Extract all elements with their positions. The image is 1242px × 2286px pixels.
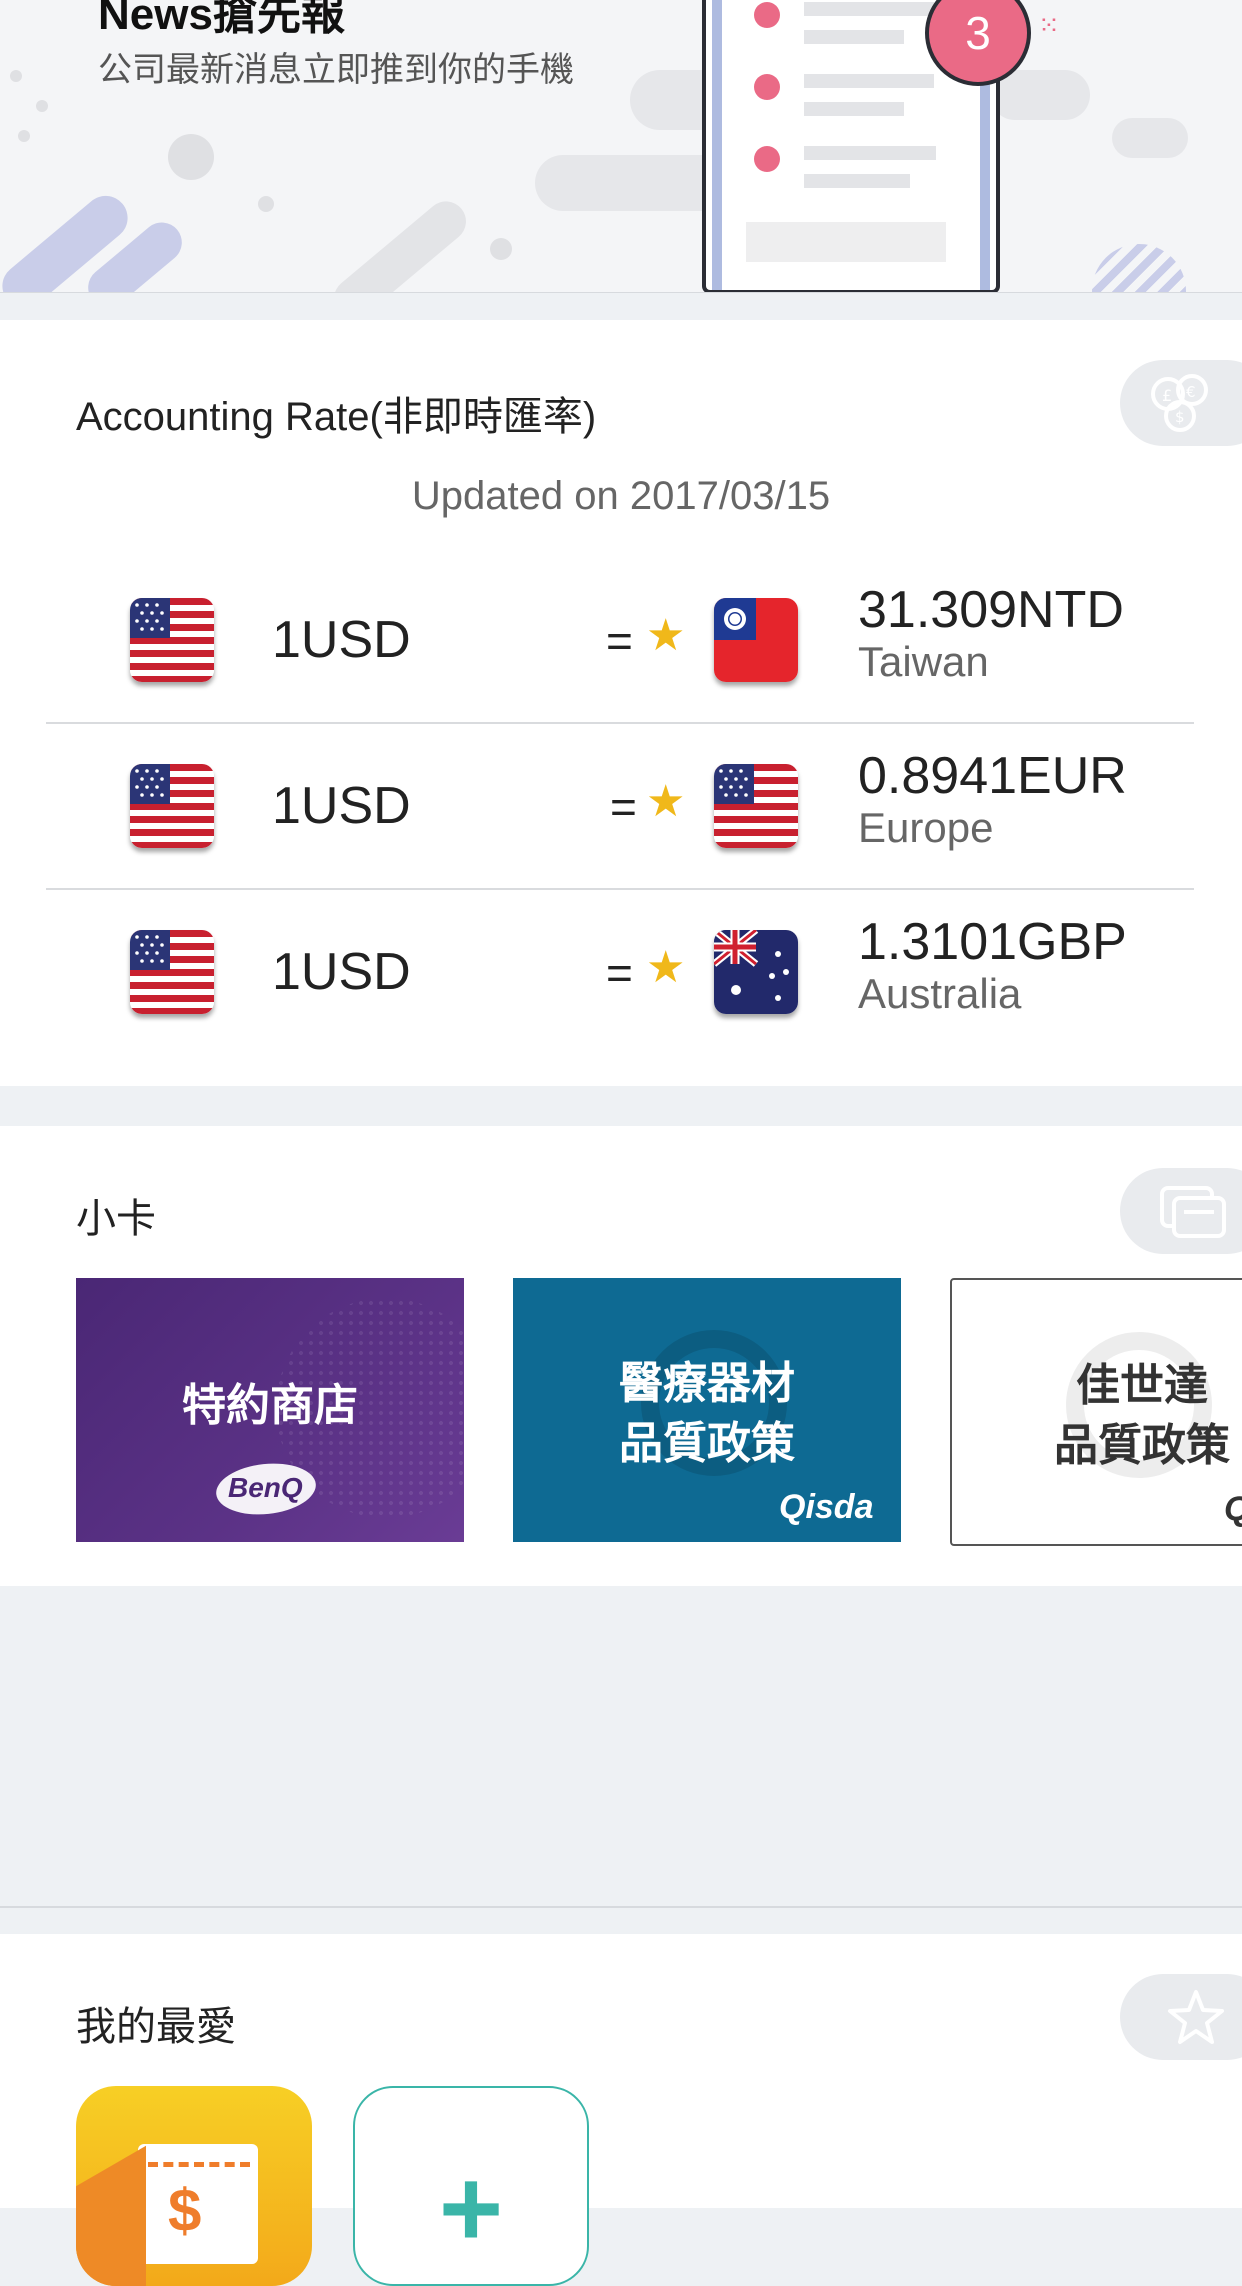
accounting-rate-section: Accounting Rate(非即時匯率) £ € $ Updated on … [0,320,1242,1086]
section-divider [0,1906,1242,1908]
base-amount: 1USD [272,777,411,835]
card-label: 品質政策 [1054,1421,1230,1470]
rate-value: 31.309NTD [858,581,1124,639]
currency-exchange-icon: £ € $ [1151,374,1208,432]
australia-flag [714,930,798,1014]
equals-sign: = [610,781,637,833]
svg-text:€: € [1186,383,1196,401]
card-brand: Qisda [779,1488,874,1526]
rate-row[interactable]: 1USD = ★ 1.3101GBP Australia [0,890,1242,1056]
card-label: 特約商店 [182,1381,358,1430]
favorite-star-icon[interactable]: ★ [646,776,685,827]
card-medical-quality-policy[interactable]: 醫療器材 品質政策 Qisda [513,1278,901,1542]
updated-date: Updated on 2017/03/15 [411,474,831,518]
svg-text:£: £ [1162,386,1172,405]
sparkle-icon: ⁙ [1038,10,1060,40]
favorite-star-icon[interactable]: ★ [646,942,685,993]
card-brand: Q [1224,1490,1242,1529]
favorite-star-icon[interactable]: ★ [646,610,685,661]
cards-title: 小卡 [76,1197,156,1241]
banner-decoration [325,193,475,292]
rate-country: Australia [858,970,1022,1017]
usa-flag [130,764,214,848]
banner-decoration [36,100,48,112]
usa-flag [714,764,798,848]
coupon-icon [76,2145,146,2286]
banner-decoration [1112,118,1188,158]
equals-sign: = [606,615,633,667]
banner-decoration [258,196,274,212]
rate-row[interactable]: 1USD = ★ 31.309NTD Taiwan [0,558,1242,724]
banner-decoration [18,130,30,142]
dollar-icon: $ [168,2177,202,2244]
rate-value: 0.8941EUR [858,747,1127,805]
card-label: 佳世達 [1076,1361,1208,1410]
favorites-button[interactable] [1120,1974,1242,2060]
favorites-title: 我的最愛 [76,2005,236,2049]
banner-decoration [1092,244,1186,292]
rate-value: 1.3101GBP [858,913,1127,971]
favorite-app-payment[interactable]: $ [76,2086,312,2286]
banner-decoration [490,238,512,260]
rate-country: Taiwan [858,638,989,685]
news-banner[interactable]: News搶先報 公司最新消息立即推到你的手機 3 ⁙ [0,0,1242,293]
base-amount: 1USD [272,611,411,669]
banner-decoration [10,70,22,82]
rate-row[interactable]: 1USD = ★ 0.8941EUR Europe [0,724,1242,890]
svg-text:$: $ [1175,408,1185,426]
currency-exchange-button[interactable]: £ € $ [1120,360,1242,446]
base-amount: 1USD [272,943,411,1001]
banner-decoration [168,134,214,180]
usa-flag [130,930,214,1014]
card-label: 品質政策 [619,1419,795,1468]
add-favorite-button[interactable]: + [353,2086,589,2286]
coupon-dash-line [148,2162,250,2167]
equals-sign: = [606,947,633,999]
cards-button[interactable] [1120,1168,1242,1254]
usa-flag [130,598,214,682]
accounting-rate-title: Accounting Rate(非即時匯率) [76,395,597,439]
banner-subtitle: 公司最新消息立即推到你的手機 [98,51,574,89]
rate-country: Europe [858,804,994,851]
cards-icon [1160,1186,1226,1238]
card-qisda-quality-policy[interactable]: 佳世達 品質政策 Q [950,1278,1242,1546]
card-brand: BenQ [228,1472,303,1503]
card-benq-special-store[interactable]: 特約商店 BenQ [76,1278,464,1542]
add-icon: + [438,2147,504,2270]
card-label: 醫療器材 [619,1359,795,1408]
banner-title: News搶先報 [98,0,345,39]
taiwan-flag [714,598,798,682]
star-outline-icon [1168,1990,1224,2044]
